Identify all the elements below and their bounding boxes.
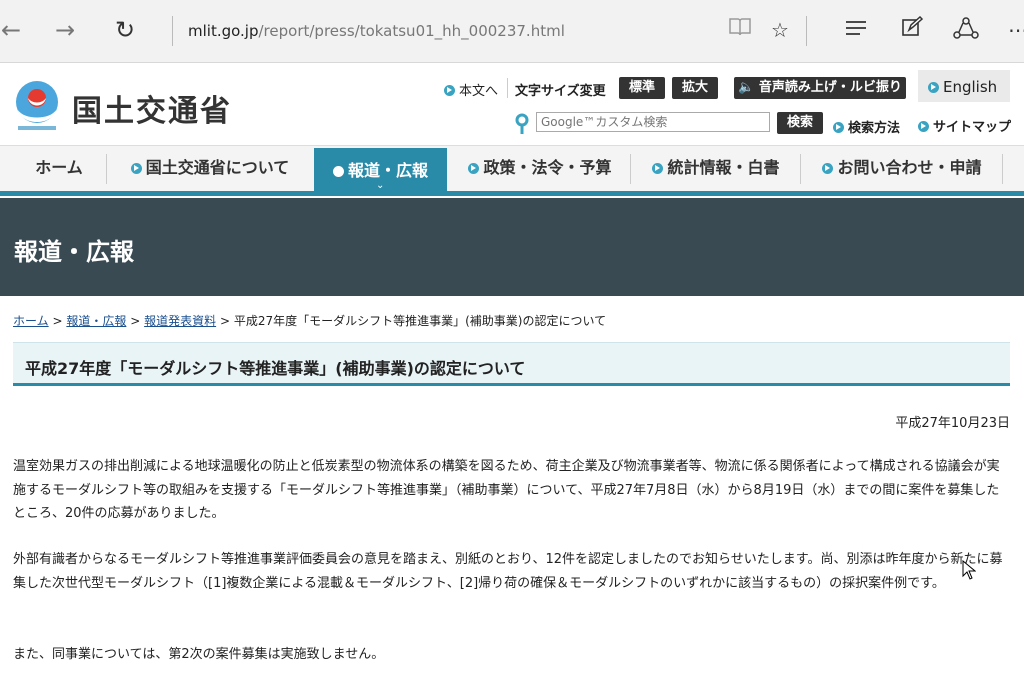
nav-label: 政策・法令・予算 <box>483 158 612 177</box>
breadcrumb-current: 平成27年度「モーダルシフト等推進事業」(補助事業)の認定について <box>233 314 607 328</box>
body-paragraph: 温室効果ガスの排出削減による地球温暖化の防止と低炭素型の物流体系の構築を図るため… <box>13 459 1000 521</box>
breadcrumb-home[interactable]: ホーム <box>13 314 49 328</box>
publish-date: 平成27年10月23日 <box>895 416 1010 431</box>
speech-button-label: 音声読み上げ・ルビ振り <box>758 80 902 95</box>
chevron-down-icon: ⌄ <box>376 180 385 191</box>
url-path: /report/press/tokatsu01_hh_000237.html <box>258 22 565 40</box>
breadcrumb-separator: > <box>219 314 230 328</box>
nav-divider <box>800 154 801 184</box>
arrow-bullet-icon <box>928 82 939 93</box>
more-icon[interactable]: ⋯ <box>1004 16 1024 44</box>
nav-item-statistics[interactable]: 統計情報・白書 <box>632 145 800 191</box>
section-header-band <box>0 198 1024 296</box>
google-search-input[interactable] <box>536 112 770 132</box>
skip-to-content-link[interactable]: 本文へ <box>444 80 498 99</box>
nav-item-home[interactable]: ホーム <box>14 145 104 191</box>
body-paragraph: 外部有識者からなるモーダルシフト等推進事業評価委員会の意見を踏まえ、別紙のとおり… <box>13 552 1003 591</box>
forward-arrow-icon[interactable]: → <box>50 15 80 45</box>
hub-menu-icon[interactable] <box>842 16 870 44</box>
body-paragraph: また、同事業については、第2次の案件募集は実施致しません。 <box>13 647 385 662</box>
arrow-bullet-icon <box>332 166 344 177</box>
section-title: 報道・広報 <box>14 238 134 266</box>
sitemap-label: サイトマップ <box>933 120 1012 135</box>
arrow-bullet-icon <box>918 121 929 132</box>
english-label: English <box>943 78 998 96</box>
breadcrumb: ホーム > 報道・広報 > 報道発表資料 > 平成27年度「モーダルシフト等推進… <box>13 312 606 329</box>
breadcrumb-separator: > <box>130 314 141 328</box>
nav-item-contact[interactable]: お問い合わせ・申請 <box>802 145 1002 191</box>
speech-ruby-button[interactable]: 🔈 音声読み上げ・ルビ振り <box>734 77 906 99</box>
web-note-icon[interactable] <box>898 15 926 44</box>
favorite-star-icon[interactable]: ☆ <box>766 16 794 44</box>
arrow-bullet-icon <box>468 163 480 174</box>
location-pin-icon <box>514 113 530 139</box>
mlit-logo-icon[interactable] <box>12 80 62 134</box>
header-divider <box>507 78 508 98</box>
breadcrumb-separator: > <box>52 314 63 328</box>
arrow-bullet-icon <box>130 163 142 174</box>
page-title: 平成27年度「モーダルシフト等推進事業」(補助事業)の認定について <box>25 359 526 378</box>
nav-label: 報道・広報 <box>347 161 428 180</box>
breadcrumb-press-releases[interactable]: 報道発表資料 <box>144 314 216 328</box>
nav-divider <box>106 154 107 184</box>
page-title-box: 平成27年度「モーダルシフト等推進事業」(補助事業)の認定について <box>13 342 1010 386</box>
url-host: mlit.go.jp <box>188 22 259 40</box>
font-large-button[interactable]: 拡大 <box>672 77 718 99</box>
share-icon[interactable] <box>952 16 980 44</box>
search-method-link[interactable]: 検索方法 <box>833 117 900 136</box>
site-logo-text[interactable]: 国土交通省 <box>72 86 232 130</box>
toolbar-divider <box>806 16 807 46</box>
english-link[interactable]: English <box>928 78 997 96</box>
nav-label: 国土交通省について <box>145 158 290 177</box>
breadcrumb-press[interactable]: 報道・広報 <box>66 314 126 328</box>
nav-item-about[interactable]: 国土交通省について <box>108 145 312 191</box>
font-size-label: 文字サイズ変更 <box>515 84 606 99</box>
arrow-bullet-icon <box>822 163 834 174</box>
toolbar-divider <box>172 16 173 46</box>
sitemap-link[interactable]: サイトマップ <box>918 116 1011 135</box>
nav-underline <box>0 191 1024 196</box>
reading-view-icon[interactable] <box>726 16 754 44</box>
back-arrow-icon[interactable]: ← <box>0 15 26 45</box>
refresh-icon[interactable]: ↻ <box>110 15 140 45</box>
nav-label: ホーム <box>35 158 83 177</box>
nav-divider <box>630 154 631 184</box>
search-method-label: 検索方法 <box>848 121 901 136</box>
search-button[interactable]: 検索 <box>777 112 823 134</box>
arrow-bullet-icon <box>652 163 664 174</box>
font-standard-button[interactable]: 標準 <box>619 77 665 99</box>
arrow-bullet-icon <box>833 122 844 133</box>
nav-divider <box>1002 154 1003 184</box>
nav-item-policy[interactable]: 政策・法令・予算 <box>450 145 630 191</box>
skip-link-label: 本文へ <box>459 84 499 99</box>
nav-label: 統計情報・白書 <box>667 158 780 177</box>
nav-label: お問い合わせ・申請 <box>837 158 982 177</box>
mouse-cursor-icon <box>962 559 977 584</box>
browser-toolbar: ← → ↻ mlit.go.jp/report/press/tokatsu01_… <box>0 0 1024 63</box>
arrow-bullet-icon <box>444 85 455 96</box>
address-bar[interactable]: mlit.go.jp/report/press/tokatsu01_hh_000… <box>188 22 565 40</box>
speaker-icon: 🔈 <box>738 80 755 95</box>
